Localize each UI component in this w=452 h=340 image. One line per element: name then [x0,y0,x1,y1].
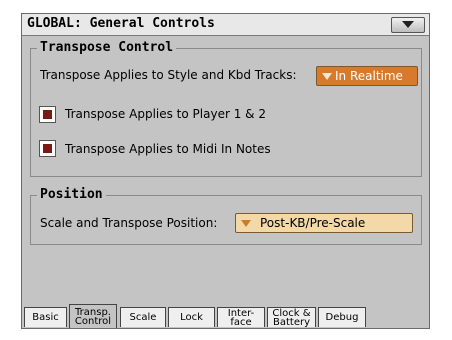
scale-transpose-position-value: Post-KB/Pre-Scale [260,216,366,230]
tab-debug[interactable]: Debug [318,307,366,327]
tab-basic[interactable]: Basic [24,307,67,327]
tab-label: Debug [325,312,359,323]
player-transpose-label: Transpose Applies to Player 1 & 2 [65,107,266,121]
tab-scale[interactable]: Scale [120,307,166,327]
transpose-control-title: Transpose Control [37,40,177,55]
scale-transpose-position-label: Scale and Transpose Position: [40,216,218,230]
page-title: GLOBAL: General Controls [27,16,215,31]
midi-transpose-label: Transpose Applies to Midi In Notes [65,142,271,156]
page-menu-button[interactable] [391,17,425,33]
tab-label: Battery [272,316,310,328]
global-general-controls-window: GLOBAL: General Controls Transpose Contr… [21,13,430,329]
transpose-applies-value: In Realtime [335,69,403,83]
tab-bar: Basic Transp. Control Scale Lock Inter- … [22,304,429,328]
tab-label: Scale [129,312,157,323]
scale-transpose-position-popup[interactable]: Post-KB/Pre-Scale [235,213,413,233]
transpose-applies-label: Transpose Applies to Style and Kbd Track… [40,68,297,82]
tab-label: Lock [180,312,203,323]
tab-lock[interactable]: Lock [168,307,215,327]
title-bar: GLOBAL: General Controls [22,14,429,36]
triangle-down-icon [322,73,332,80]
tab-transp-control[interactable]: Transp. Control [69,304,117,328]
transpose-applies-popup[interactable]: In Realtime [316,66,418,86]
triangle-down-icon [241,220,251,227]
tab-label: Control [74,315,112,327]
triangle-down-icon [402,21,414,28]
player-transpose-checkbox[interactable] [39,106,56,123]
filled-square-icon [43,144,52,153]
midi-transpose-checkbox[interactable] [39,140,56,157]
tab-clock-battery[interactable]: Clock & Battery [267,307,316,327]
filled-square-icon [43,110,52,119]
tab-label: face [230,316,252,328]
tab-label: Basic [32,312,59,323]
tab-interface[interactable]: Inter- face [217,307,265,327]
position-title: Position [37,187,106,202]
